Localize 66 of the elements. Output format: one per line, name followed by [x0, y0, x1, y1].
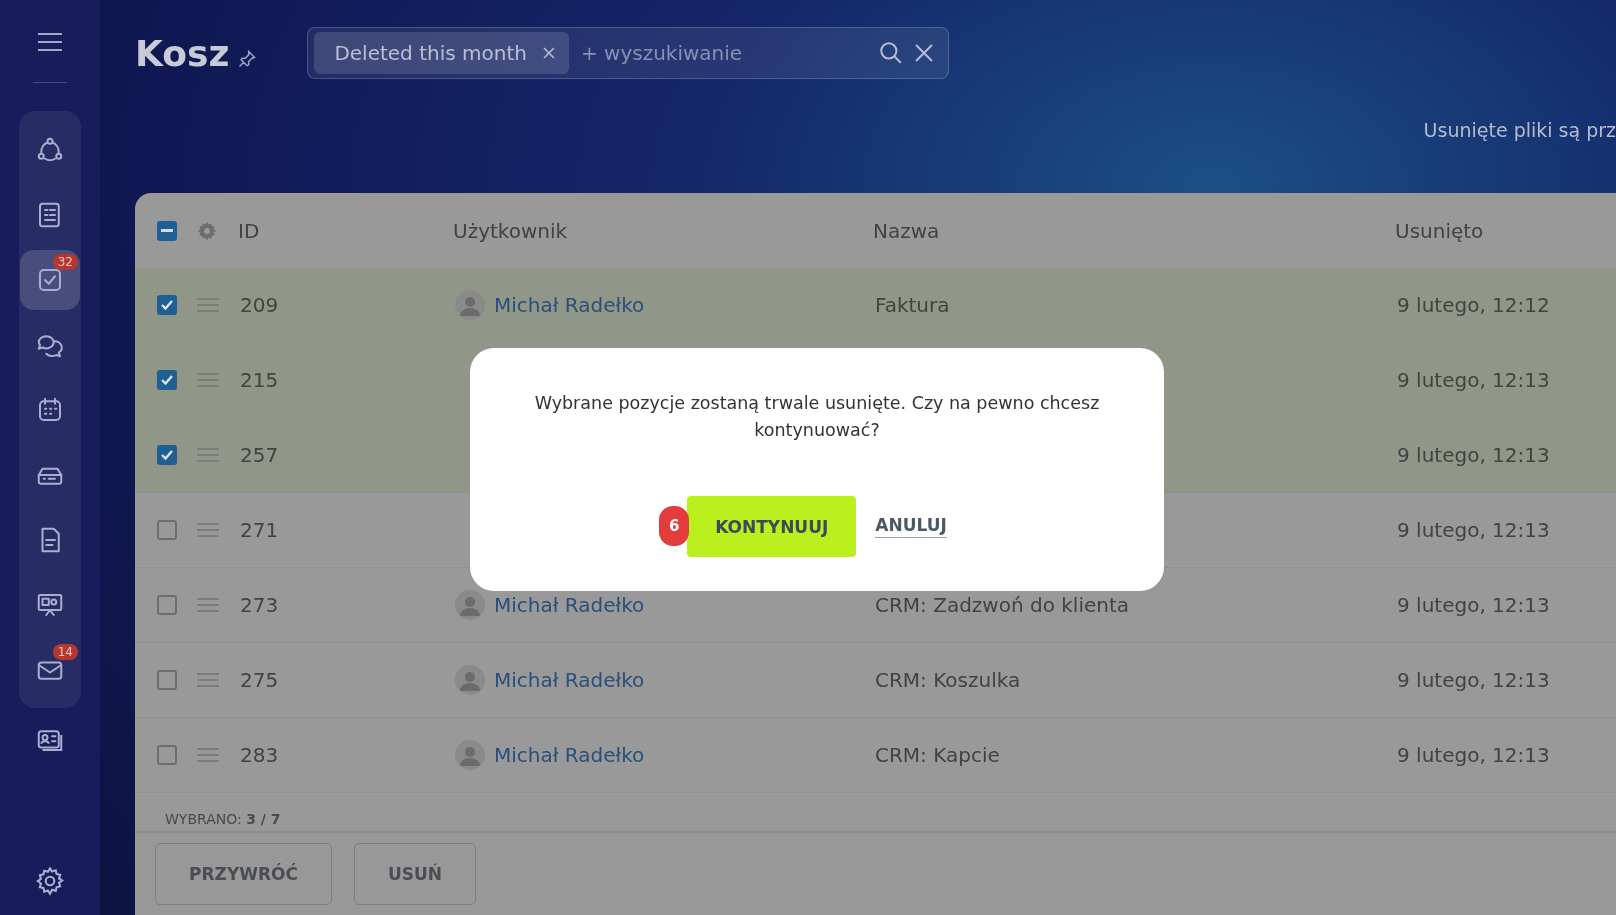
table-cell: 9 lutego, 12:13	[1397, 518, 1550, 542]
table-cell: 9 lutego, 12:13	[1397, 443, 1550, 467]
table-cell-text: 275	[240, 668, 280, 692]
pin-icon[interactable]	[237, 49, 258, 69]
table-cell-text: 271	[240, 518, 280, 542]
row-checkbox[interactable]	[157, 520, 177, 540]
table-cell-text: Faktura	[875, 293, 951, 317]
footer-button[interactable]: USUŃ	[353, 843, 477, 905]
user-link[interactable]: Michał Radełko	[494, 593, 645, 617]
user-link[interactable]: Michał Radełko	[494, 293, 645, 317]
table-cell-text: CRM: Kapcie	[875, 743, 1001, 767]
drag-handle-icon[interactable]	[197, 598, 219, 612]
footer-button[interactable]: PRZYWRÓĆ	[155, 843, 332, 905]
info-text: Usunięte pliki są prz	[1423, 119, 1616, 141]
user-link[interactable]: Michał Radełko	[494, 668, 645, 692]
filter-chip[interactable]: Deleted this month	[314, 32, 569, 74]
table-cell-text: 257	[240, 443, 280, 467]
table-cell: 9 lutego, 12:12	[1397, 293, 1550, 317]
close-icon[interactable]	[542, 47, 555, 59]
table-cell-text: CRM: Koszulka	[875, 668, 1022, 692]
continue-button[interactable]: KONTYNUUJ	[687, 496, 857, 557]
table-cell: 9 lutego, 12:13	[1397, 743, 1550, 767]
notification-badge: 14	[52, 643, 78, 660]
row-checkbox[interactable]	[157, 445, 177, 465]
sidebar-item[interactable]: 14	[20, 639, 80, 700]
page-title: Kosz	[135, 32, 230, 74]
avatar-icon	[455, 290, 485, 320]
menu-icon[interactable]	[37, 32, 63, 52]
table-cell-text: 209	[240, 293, 280, 317]
cancel-link[interactable]: ANULUJ	[875, 515, 947, 538]
row-checkbox[interactable]	[157, 595, 177, 615]
row-checkbox[interactable]	[157, 295, 177, 315]
user-link[interactable]: Michał Radełko	[494, 743, 645, 767]
table-cell-text: 283	[240, 743, 280, 767]
step-badge: 6	[659, 506, 690, 546]
table-cell-text: CRM: Zadzwoń do klienta	[875, 593, 1131, 617]
avatar-icon	[455, 665, 485, 695]
drag-handle-icon[interactable]	[197, 673, 219, 687]
table-cell: 9 lutego, 12:13	[1397, 368, 1550, 392]
column-header[interactable]: ID	[238, 218, 453, 243]
selection-count: WYBRANO: 3 / 7	[165, 811, 282, 829]
avatar-icon	[455, 740, 485, 770]
table-cell: 9 lutego, 12:13	[1397, 593, 1550, 617]
drag-handle-icon[interactable]	[197, 523, 219, 537]
settings-icon[interactable]	[34, 865, 66, 897]
filter-label: Deleted this month	[334, 41, 527, 65]
table-cell: 9 lutego, 12:13	[1397, 668, 1550, 692]
sidebar-item[interactable]: 32	[20, 249, 80, 310]
column-header[interactable]: Użytkownik	[453, 218, 873, 243]
search-field[interactable]: + wyszukiwanie	[578, 40, 869, 66]
notification-badge: 32	[52, 253, 78, 270]
table-cell-text: 215	[240, 368, 280, 392]
drag-handle-icon[interactable]	[197, 373, 219, 387]
column-header[interactable]: Nazwa	[873, 218, 1395, 243]
table-cell-text: 273	[240, 593, 280, 617]
drag-handle-icon[interactable]	[197, 748, 219, 762]
drag-handle-icon[interactable]	[197, 298, 219, 312]
select-all-checkbox[interactable]	[157, 220, 177, 241]
column-header[interactable]: Usunięto	[1395, 218, 1484, 243]
row-checkbox[interactable]	[157, 670, 177, 690]
drag-handle-icon[interactable]	[197, 448, 219, 462]
dialog-message: Wybrane pozycje zostaną trwale usunięte. Czy na pewno chcesz kontynuować?	[533, 392, 1101, 442]
close-icon[interactable]	[914, 43, 935, 63]
avatar-icon	[455, 590, 485, 620]
row-checkbox[interactable]	[157, 745, 177, 765]
row-checkbox[interactable]	[157, 370, 177, 390]
